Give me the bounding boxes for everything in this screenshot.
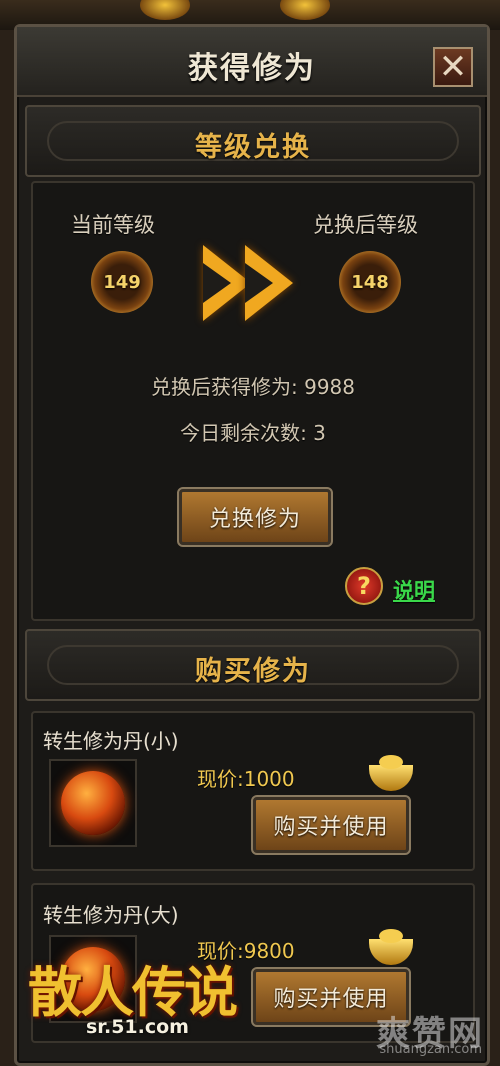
close-icon: ✕ — [438, 47, 468, 87]
title-bar: 获得修为 ✕ — [17, 27, 487, 97]
pill-icon — [61, 771, 125, 835]
item-name: 转生修为丹(大) — [43, 903, 179, 927]
buy-header: 购买修为 — [25, 629, 481, 701]
decor-orb — [140, 0, 190, 20]
decor-orb — [280, 0, 330, 20]
after-level-badge: 148 — [339, 251, 401, 313]
logo-url: sr.51.com — [86, 1016, 189, 1038]
reward-panel: 获得修为 ✕ 等级兑换 当前等级 兑换后等级 149 148 兑换后获得修为: … — [14, 24, 490, 1066]
arrow-icon — [203, 245, 251, 321]
window-title: 获得修为 — [188, 51, 316, 86]
exchange-header-label: 等级兑换 — [195, 132, 311, 163]
current-level-value: 149 — [103, 271, 141, 293]
buy-use-button[interactable]: 购买并使用 — [251, 795, 411, 855]
watermark-url: shuangzan.com — [379, 1042, 482, 1057]
shop-item: 转生修为丹(小) 现价:1000 购买并使用 — [31, 711, 475, 871]
arrow-icon — [245, 245, 293, 321]
gold-ingot-icon — [369, 929, 413, 965]
remaining-text: 今日剩余次数: 3 — [180, 421, 326, 445]
item-price: 现价:1000 — [197, 767, 295, 791]
buy-header-label: 购买修为 — [195, 656, 311, 687]
exchange-button[interactable]: 兑换修为 — [177, 487, 333, 547]
exchange-box: 当前等级 兑换后等级 149 148 兑换后获得修为: 9988 今日剩余次数:… — [31, 181, 475, 621]
gain-text: 兑换后获得修为: 9988 — [151, 375, 355, 399]
after-level-label: 兑换后等级 — [313, 213, 418, 237]
item-slot[interactable] — [49, 759, 137, 847]
help-icon[interactable]: ? — [345, 567, 383, 605]
current-level-label: 当前等级 — [71, 213, 155, 237]
item-name: 转生修为丹(小) — [43, 729, 179, 753]
close-button[interactable]: ✕ — [433, 47, 473, 87]
exchange-header: 等级兑换 — [25, 105, 481, 177]
after-level-value: 148 — [351, 271, 389, 293]
help-link[interactable]: 说明 — [393, 575, 435, 605]
current-level-badge: 149 — [91, 251, 153, 313]
gold-ingot-icon — [369, 755, 413, 791]
